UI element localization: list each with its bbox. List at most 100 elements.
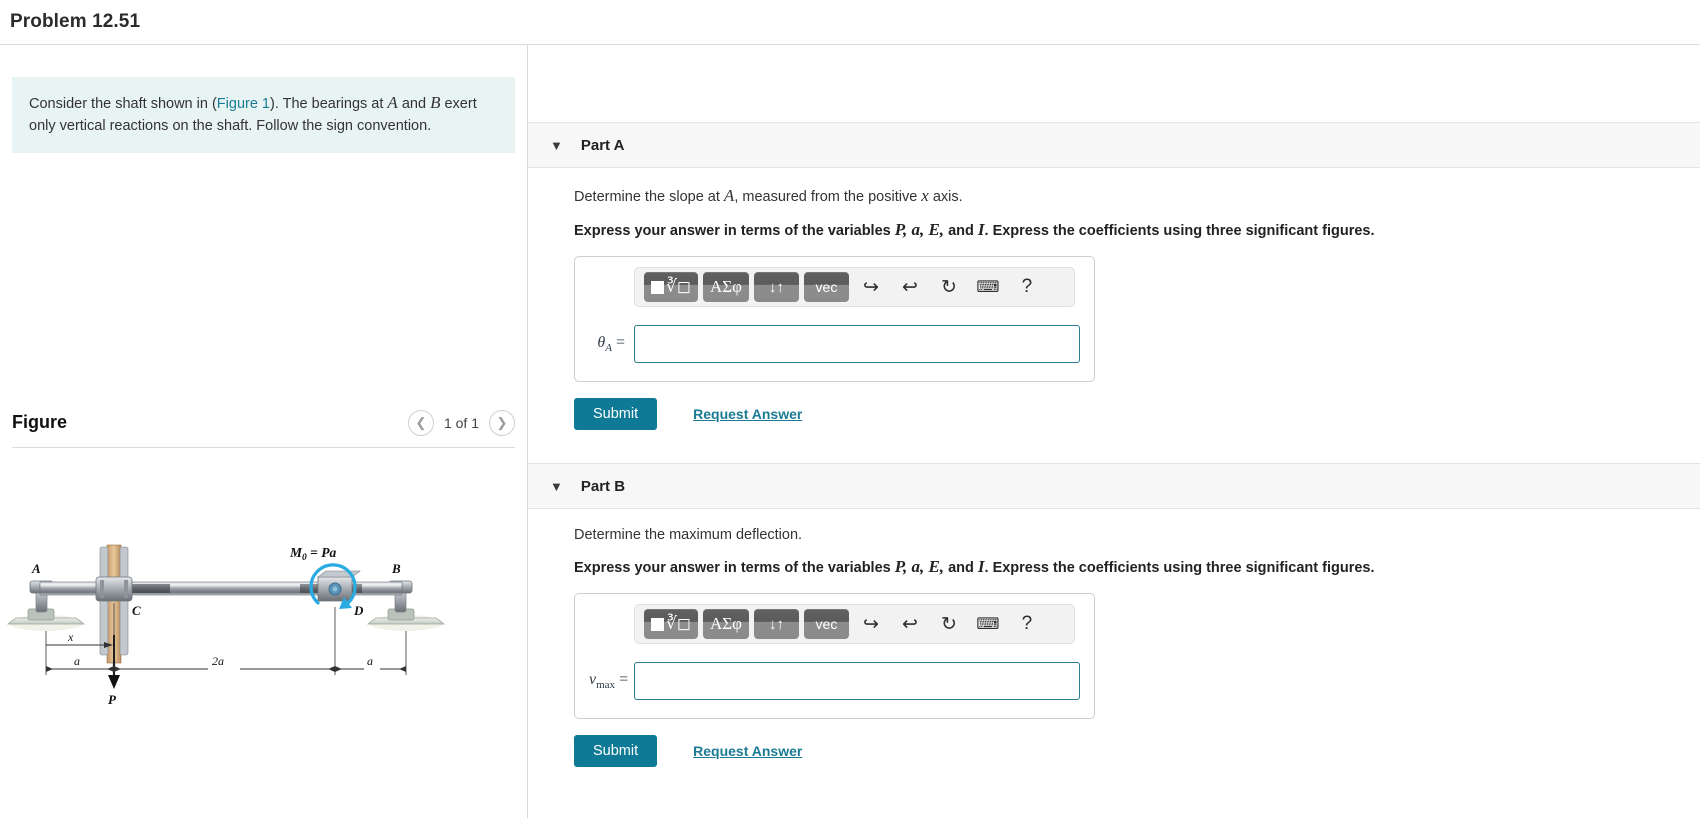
ans-sub: max [596,679,616,692]
part-a-answer-input[interactable] [634,325,1080,363]
q-var: A [723,186,735,205]
part-b-actions: Submit Request Answer [574,735,1700,767]
i-mid: and [944,560,978,576]
part-a-answer-box: ∛◻ ΑΣφ ↓↑ vec ↪ ↩ ↻ ⌨ ? θA = [574,256,1095,382]
i-post: . Express the coefficients using three s… [984,560,1375,576]
vector-button[interactable]: vec [803,272,849,302]
part-a-header[interactable]: ▼ Part A [528,122,1700,168]
chevron-down-icon[interactable]: ▼ [550,480,563,493]
part-b-answer-label: vmax = [589,671,634,691]
problem-statement: Consider the shaft shown in (Figure 1). … [12,77,515,153]
q-pre: Determine the maximum deflection. [574,527,803,543]
part-b-math-toolbar: ∛◻ ΑΣφ ↓↑ vec ↪ ↩ ↻ ⌨ ? [634,604,1075,644]
part-a-title: Part A [580,136,625,154]
arrows-button[interactable]: ↓↑ [753,609,799,639]
part-b-body: Determine the maximum deflection. Expres… [528,509,1700,767]
i-pre: Express your answer in terms of the vari… [574,560,895,576]
title-bar: Problem 12.51 [0,0,1700,45]
redo-icon[interactable]: ↩ [893,609,927,639]
part-b-instruction: Express your answer in terms of the vari… [574,557,1700,577]
label-moment: M0 = Pa [289,545,336,563]
content-body: Consider the shaft shown in (Figure 1). … [0,45,1700,818]
left-pane: Consider the shaft shown in (Figure 1). … [0,45,528,818]
q-mid: , measured from the positive [734,189,922,205]
undo-icon[interactable]: ↪ [854,609,888,639]
statement-text-1: Consider the shaft shown in ( [29,96,217,112]
filled-square-icon [651,617,664,631]
q-var2: x [921,186,929,205]
nth-root-icon: ∛◻ [666,614,691,633]
part-a-request-answer-link[interactable]: Request Answer [693,406,802,422]
statement-text-2: ). The bearings at [270,96,388,112]
keyboard-icon[interactable]: ⌨ [971,609,1005,639]
label-b: B [391,561,401,576]
statement-var-b: B [430,93,441,112]
figure-label: Figure [12,412,68,432]
dim-a1: a [74,654,80,668]
redo-icon[interactable]: ↩ [893,272,927,302]
figure-nav: ❮ 1 of 1 ❯ [407,409,515,436]
vector-button[interactable]: vec [803,609,849,639]
dim-a2: a [367,654,373,668]
greek-symbols-button[interactable]: ΑΣφ [702,272,749,302]
part-b-section: ▼ Part B Determine the maximum deflectio… [528,463,1700,767]
i-mid: and [944,223,978,239]
label-a: A [31,561,41,576]
dim-x: x [67,630,74,644]
arrows-label: ↓↑ [768,615,784,633]
part-b-answer-input[interactable] [634,662,1080,700]
i-var-i: I [977,220,985,239]
vector-label: vec [815,616,838,632]
right-pane: ▼ Part A Determine the slope at A, measu… [528,45,1700,818]
keyboard-icon[interactable]: ⌨ [971,272,1005,302]
i-post: . Express the coefficients using three s… [984,223,1375,239]
figure-count: 1 of 1 [443,414,479,431]
arrows-button[interactable]: ↓↑ [753,272,799,302]
ans-eq: = [611,333,625,351]
template-root-button[interactable]: ∛◻ [644,272,698,302]
template-root-button[interactable]: ∛◻ [644,609,698,639]
undo-icon[interactable]: ↪ [854,272,888,302]
part-b-submit-button[interactable]: Submit [574,735,658,767]
chevron-left-icon[interactable]: ❮ [407,409,434,436]
part-a-answer-label: θA = [589,334,634,354]
page-title: Problem 12.51 [10,11,141,32]
help-icon[interactable]: ? [1010,609,1044,639]
part-a-body: Determine the slope at A, measured from … [528,168,1700,430]
figure-header: Figure ❮ 1 of 1 ❯ [12,398,515,448]
arrows-label: ↓↑ [768,278,784,296]
chevron-down-icon[interactable]: ▼ [550,139,563,152]
chevron-right-icon[interactable]: ❯ [489,409,515,436]
part-a-question: Determine the slope at A, measured from … [574,186,1700,206]
i-vars: P, a, E, [894,557,945,576]
filled-square-icon [651,280,664,294]
greek-symbols-button[interactable]: ΑΣφ [702,609,749,639]
reset-icon[interactable]: ↻ [932,609,966,639]
figure-1-link[interactable]: Figure 1 [217,96,270,112]
part-b-answer-box: ∛◻ ΑΣφ ↓↑ vec ↪ ↩ ↻ ⌨ ? vmax = [574,593,1095,719]
reset-icon[interactable]: ↻ [932,272,966,302]
greek-label: ΑΣφ [709,277,742,296]
label-c: C [132,603,141,618]
label-p: P [108,692,117,707]
dim-2a: 2a [212,654,224,668]
part-b-answer-row: vmax = [589,662,1080,700]
help-icon[interactable]: ? [1010,272,1044,302]
ans-sub: A [605,342,612,355]
part-a-math-toolbar: ∛◻ ΑΣφ ↓↑ vec ↪ ↩ ↻ ⌨ ? [634,267,1075,307]
i-pre: Express your answer in terms of the vari… [574,223,895,239]
part-a-instruction: Express your answer in terms of the vari… [574,220,1700,240]
part-a-submit-button[interactable]: Submit [574,398,658,430]
ans-eq: = [615,670,629,688]
statement-text-3: and [397,96,431,112]
part-b-header[interactable]: ▼ Part B [528,463,1700,509]
i-vars: P, a, E, [894,220,945,239]
vector-label: vec [815,279,838,295]
q-post: axis. [928,189,963,205]
part-a-answer-row: θA = [589,325,1080,363]
part-a-section: ▼ Part A Determine the slope at A, measu… [528,122,1700,430]
shaft-diagram-svg: A C D B M0 = Pa P x a 2a a [6,544,446,707]
nth-root-icon: ∛◻ [666,277,691,296]
part-b-request-answer-link[interactable]: Request Answer [693,743,802,759]
part-b-question: Determine the maximum deflection. [574,527,1700,543]
